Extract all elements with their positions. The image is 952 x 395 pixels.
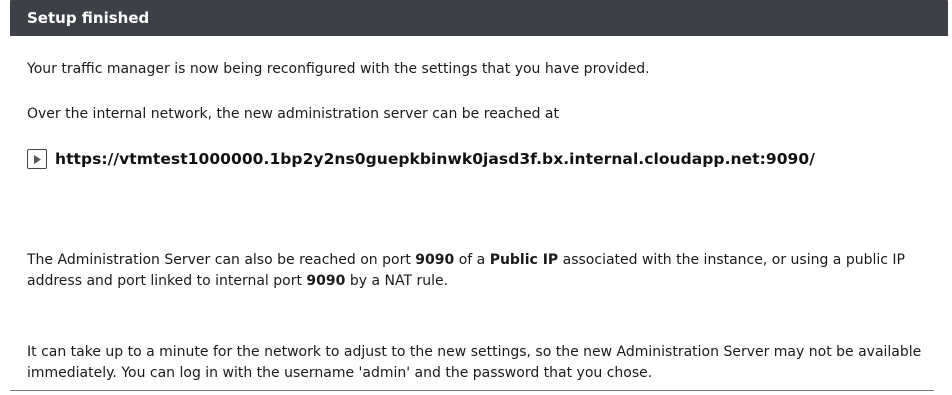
setup-finished-panel: Setup finished Your traffic manager is n…	[10, 0, 948, 385]
public-ip-label: Public IP	[489, 252, 559, 268]
panel-header: Setup finished	[10, 0, 948, 36]
internal-network-message: Over the internal network, the new admin…	[27, 106, 559, 122]
p3-text-1: The Administration Server can also be re…	[27, 252, 416, 268]
p3-text-4: by a NAT rule.	[345, 273, 449, 289]
internal-port-value: 9090	[306, 273, 346, 289]
admin-server-link[interactable]: https://vtmtest1000000.1bp2y2ns0guepkbin…	[27, 149, 815, 169]
public-ip-message: The Administration Server can also be re…	[27, 250, 927, 292]
admin-server-url[interactable]: https://vtmtest1000000.1bp2y2ns0guepkbin…	[55, 150, 815, 168]
play-icon[interactable]	[27, 149, 47, 169]
reconfigure-message: Your traffic manager is now being reconf…	[27, 61, 650, 77]
divider	[10, 390, 934, 391]
port-value: 9090	[415, 252, 455, 268]
availability-message: It can take up to a minute for the netwo…	[27, 344, 922, 381]
p3-text-2: of a	[454, 252, 490, 268]
